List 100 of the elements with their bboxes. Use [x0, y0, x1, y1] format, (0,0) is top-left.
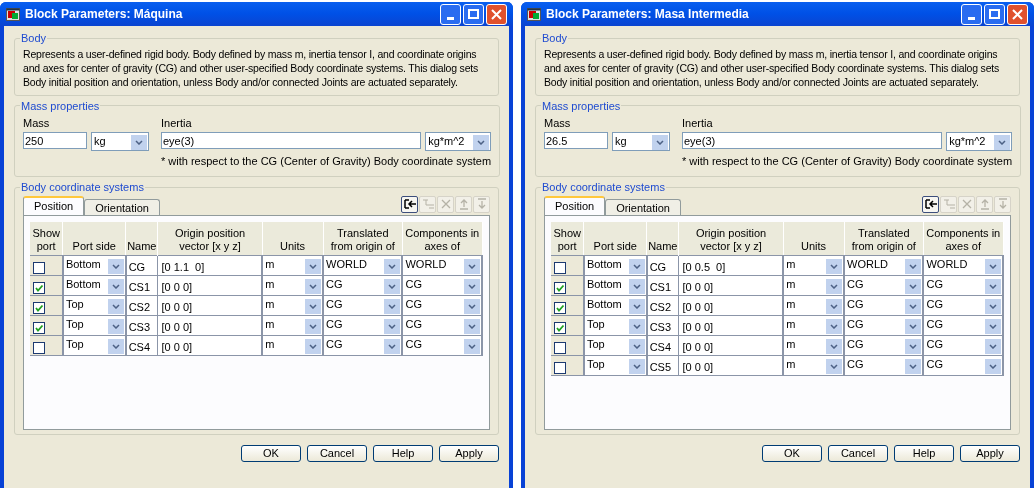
toolbar-button[interactable] — [401, 195, 418, 213]
dropdown[interactable]: m — [784, 276, 844, 295]
dropdown[interactable]: CG — [324, 316, 402, 335]
dialog-button[interactable]: Apply — [439, 445, 499, 462]
dropdown[interactable]: CG — [845, 316, 923, 335]
dropdown[interactable]: WORLD — [845, 256, 923, 275]
inertia-field[interactable]: eye(3) — [682, 132, 943, 149]
dropdown[interactable]: CG — [403, 316, 481, 335]
dropdown[interactable]: m — [784, 256, 844, 275]
checkbox[interactable] — [554, 262, 566, 274]
group-title: Mass properties — [20, 98, 101, 114]
column-header: Origin position vector [x y z] — [158, 221, 263, 256]
insert-row-icon — [402, 197, 417, 211]
dropdown[interactable]: CG — [845, 356, 923, 375]
dropdown[interactable]: m — [263, 256, 323, 275]
dropdown[interactable]: CG — [403, 296, 481, 315]
checkbox[interactable] — [554, 322, 566, 334]
dropdown[interactable]: m — [263, 296, 323, 315]
dropdown[interactable]: CG — [924, 296, 1002, 315]
dropdown[interactable]: CG — [924, 316, 1002, 335]
dropdown[interactable]: CG — [845, 296, 923, 315]
checkbox[interactable] — [33, 322, 45, 334]
dropdown[interactable]: CG — [924, 336, 1002, 355]
caret-icon — [131, 134, 147, 150]
inertia-field[interactable]: eye(3) — [161, 132, 422, 149]
dropdown[interactable]: Bottom — [63, 256, 125, 275]
dropdown[interactable]: m — [263, 316, 323, 335]
checkbox[interactable] — [554, 342, 566, 354]
dropdown[interactable]: CG — [324, 296, 402, 315]
dropdown[interactable]: CG — [845, 336, 923, 355]
dropdown[interactable]: Bottom — [584, 296, 646, 315]
mass-field[interactable]: 250 — [23, 132, 87, 149]
maximize-button[interactable] — [463, 3, 484, 25]
dropdown[interactable]: WORLD — [924, 256, 1002, 275]
close-button[interactable] — [1007, 3, 1028, 25]
dropdown[interactable]: CG — [403, 276, 481, 295]
dropdown[interactable]: CG — [403, 336, 481, 355]
dialog-button[interactable]: Cancel — [307, 445, 367, 462]
caret-icon — [985, 338, 1001, 354]
dropdown[interactable]: m — [784, 316, 844, 335]
dropdown[interactable]: kg — [612, 132, 670, 151]
dropdown[interactable]: Top — [63, 336, 125, 355]
dialog-button[interactable]: Help — [894, 445, 954, 462]
dropdown[interactable]: Top — [63, 296, 125, 315]
maximize-icon — [989, 9, 1000, 19]
dropdown[interactable]: CG — [845, 276, 923, 295]
dropdown[interactable]: CG — [324, 276, 402, 295]
tab[interactable]: Orientation — [605, 198, 681, 215]
note-text: * with respect to the CG (Center of Gravity) Body coordinate system — [682, 154, 1013, 169]
checkbox[interactable] — [33, 262, 45, 274]
dropdown[interactable]: kg*m^2 — [425, 132, 492, 151]
caret-icon — [107, 258, 124, 274]
tab[interactable]: Position — [544, 195, 606, 215]
dialog-button[interactable]: OK — [241, 445, 301, 462]
dropdown[interactable]: Top — [584, 336, 646, 355]
caret-icon — [305, 318, 322, 334]
dropdown[interactable]: WORLD — [403, 256, 481, 275]
dropdown[interactable]: m — [263, 276, 323, 295]
checkbox[interactable] — [33, 282, 45, 294]
checkbox[interactable] — [554, 282, 566, 294]
dropdown[interactable]: CG — [924, 276, 1002, 295]
group-title: Body coordinate systems — [20, 180, 145, 195]
tab[interactable]: Orientation — [84, 198, 160, 215]
dropdown[interactable]: m — [784, 356, 844, 375]
checkbox[interactable] — [554, 302, 566, 314]
column-header: Origin position vector [x y z] — [679, 221, 784, 256]
checkbox[interactable] — [554, 362, 566, 374]
checkbox[interactable] — [33, 342, 45, 354]
dropdown[interactable]: kg*m^2 — [946, 132, 1013, 151]
close-button[interactable] — [486, 3, 507, 25]
maximize-button[interactable] — [984, 3, 1005, 25]
checkbox[interactable] — [33, 302, 45, 314]
tab[interactable]: Position — [23, 195, 85, 215]
dropdown[interactable]: CG — [924, 356, 1002, 375]
dropdown[interactable]: Bottom — [63, 276, 125, 295]
dropdown[interactable]: Bottom — [584, 256, 646, 275]
column-header: Port side — [583, 221, 647, 256]
toolbar-button[interactable] — [922, 195, 939, 213]
dropdown[interactable]: CG — [324, 336, 402, 355]
dialog-button[interactable]: Help — [373, 445, 433, 462]
dropdown[interactable]: kg — [91, 132, 149, 151]
dropdown[interactable]: Top — [584, 316, 646, 335]
minimize-button[interactable] — [961, 3, 982, 25]
dropdown[interactable]: m — [263, 336, 323, 355]
minimize-button[interactable] — [440, 3, 461, 25]
dialog-button[interactable]: OK — [762, 445, 822, 462]
dialog-button[interactable]: Apply — [960, 445, 1020, 462]
caret-icon — [826, 338, 843, 354]
dropdown[interactable]: Top — [584, 356, 646, 375]
dialog-button[interactable]: Cancel — [828, 445, 888, 462]
caret-icon — [384, 298, 401, 314]
dropdown[interactable]: Top — [63, 316, 125, 335]
caret-icon — [628, 358, 645, 374]
mass-field[interactable]: 26.5 — [544, 132, 608, 149]
dropdown[interactable]: m — [784, 296, 844, 315]
dropdown[interactable]: WORLD — [324, 256, 402, 275]
dropdown[interactable]: m — [784, 336, 844, 355]
dropdown[interactable]: Bottom — [584, 276, 646, 295]
column-header: Port side — [62, 221, 126, 256]
caret-icon — [826, 298, 843, 314]
